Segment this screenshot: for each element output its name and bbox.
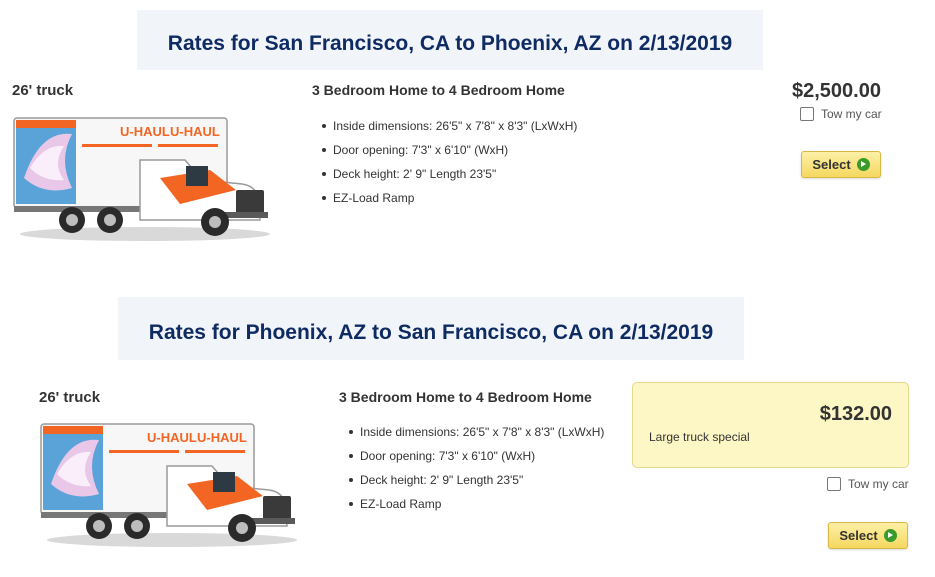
rates-banner-return: Rates for Phoenix, AZ to San Francisco, …	[118, 297, 744, 360]
svg-text:U-HAUL: U-HAUL	[197, 430, 247, 445]
uhaul-logo: U-HAUL	[147, 430, 197, 445]
truck-image: U-HAUL U-HAUL	[13, 117, 270, 241]
tow-my-car-checkbox[interactable]	[800, 107, 814, 121]
feature-item: Inside dimensions: 26'5" x 7'8" x 8'3" (…	[345, 425, 604, 449]
feature-item: Deck height: 2' 9" Length 23'5"	[318, 167, 577, 191]
rates-banner-outbound: Rates for San Francisco, CA to Phoenix, …	[137, 10, 763, 70]
feature-item: Deck height: 2' 9" Length 23'5"	[345, 473, 604, 497]
select-button[interactable]: Select	[801, 151, 881, 178]
truck-size-label: 26' truck	[39, 389, 101, 406]
feature-item: EZ-Load Ramp	[345, 497, 604, 521]
tow-my-car-checkbox[interactable]	[827, 477, 841, 491]
feature-item: Inside dimensions: 26'5" x 7'8" x 8'3" (…	[318, 119, 577, 143]
tow-my-car-label: Tow my car	[821, 107, 882, 121]
price: $2,500.00	[792, 80, 881, 102]
rates-heading: Rates for San Francisco, CA to Phoenix, …	[167, 32, 733, 55]
feature-list: Inside dimensions: 26'5" x 7'8" x 8'3" (…	[318, 119, 577, 215]
tow-my-car-option[interactable]: Tow my car	[800, 107, 882, 121]
truck-image: U-HAUL U-HAUL	[40, 423, 297, 547]
special-rate-label: Large truck special	[649, 430, 750, 444]
select-button-label: Select	[812, 157, 851, 172]
svg-text:U-HAUL: U-HAUL	[170, 124, 220, 139]
go-arrow-icon	[883, 529, 897, 542]
special-rate-box: $132.00 Large truck special	[632, 382, 909, 468]
select-button-label: Select	[839, 528, 878, 543]
truck-size-label: 26' truck	[12, 82, 74, 99]
plan-title: 3 Bedroom Home to 4 Bedroom Home	[339, 389, 592, 405]
feature-item: Door opening: 7'3" x 6'10" (WxH)	[318, 143, 577, 167]
rates-heading: Rates for Phoenix, AZ to San Francisco, …	[148, 321, 714, 344]
plan-title: 3 Bedroom Home to 4 Bedroom Home	[312, 82, 565, 98]
tow-my-car-option[interactable]: Tow my car	[827, 477, 909, 491]
feature-item: Door opening: 7'3" x 6'10" (WxH)	[345, 449, 604, 473]
feature-item: EZ-Load Ramp	[318, 191, 577, 215]
price: $132.00	[819, 403, 892, 425]
feature-list: Inside dimensions: 26'5" x 7'8" x 8'3" (…	[345, 425, 604, 521]
go-arrow-icon	[856, 158, 870, 171]
tow-my-car-label: Tow my car	[848, 477, 909, 491]
select-button[interactable]: Select	[828, 522, 908, 549]
uhaul-logo: U-HAUL	[120, 124, 170, 139]
